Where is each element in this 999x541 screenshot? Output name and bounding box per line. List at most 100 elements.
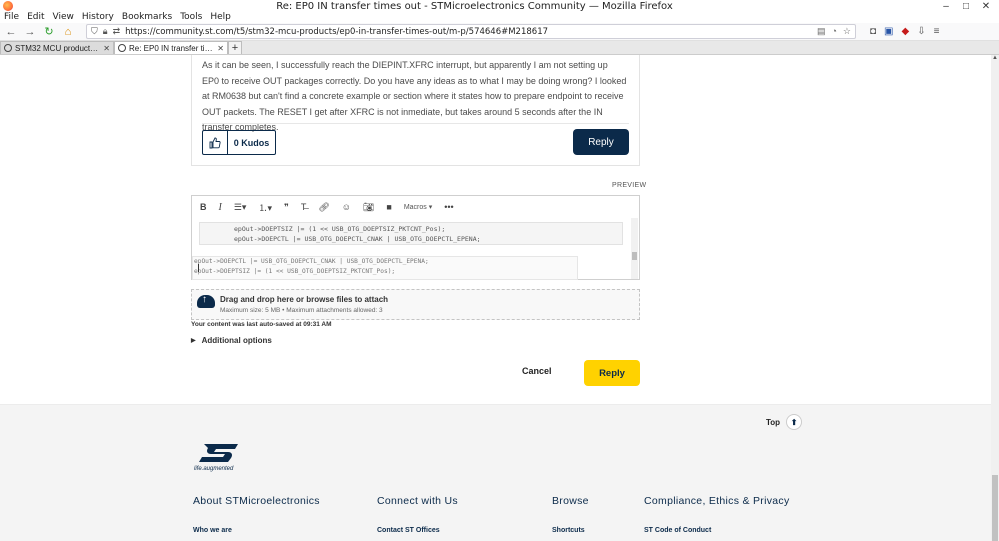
scroll-up-icon[interactable]: ▲ (991, 55, 999, 63)
text-caret (198, 264, 199, 272)
code-line: epOut->DOEPTSIZ |= (1 << USB_OTG_DOEPTSI… (194, 268, 396, 275)
menu-bookmarks[interactable]: Bookmarks (122, 12, 172, 23)
extension-icon[interactable]: ▣ (884, 26, 893, 37)
divider (202, 123, 629, 124)
menu-view[interactable]: View (53, 12, 74, 23)
url-text[interactable]: https://community.st.com/t5/stm32-mcu-pr… (125, 27, 812, 37)
kudos-count[interactable]: 0 Kudos (228, 131, 275, 154)
reader-view-icon[interactable]: ▤ (817, 26, 826, 37)
permissions-icon[interactable]: ⇄ (113, 26, 121, 37)
menu-tools[interactable]: Tools (180, 12, 202, 23)
reply-editor: B I ☰▾ ⒈▾ ❞ T̶ 🔗︎ ☺ 📷︎ ■ Macros ▾ ••• ep… (191, 195, 640, 280)
home-icon[interactable]: ⌂ (60, 25, 76, 39)
thumbs-up-icon[interactable] (203, 131, 228, 154)
tab-ep0-transfer[interactable]: Re: EP0 IN transfer times out - ST ✕ (114, 41, 228, 54)
back-to-top[interactable]: Top ⬆ (766, 414, 803, 430)
scrollbar-thumb[interactable] (632, 252, 637, 260)
footer-link-who-we-are[interactable]: Who we are (193, 527, 232, 534)
hamburger-menu-icon[interactable]: ≡ (934, 26, 940, 37)
editor-toolbar: B I ☰▾ ⒈▾ ❞ T̶ 🔗︎ ☺ 📷︎ ■ Macros ▾ ••• (192, 196, 639, 218)
camera-icon[interactable]: 📷︎ (363, 202, 374, 213)
firefox-logo-icon (3, 1, 13, 11)
code-line: epOut->DOEPCTL |= USB_OTG_DOEPCTL_CNAK |… (234, 235, 481, 243)
tab-title: Re: EP0 IN transfer times out - ST (129, 43, 214, 53)
bookmark-star-icon[interactable]: ☆ (843, 26, 851, 37)
downloads-icon[interactable]: ⇩ (917, 26, 925, 37)
close-tab-icon[interactable]: ✕ (103, 44, 110, 53)
quote-icon[interactable]: ❞ (284, 202, 289, 213)
tab-title: STM32 MCU products - STMicro (15, 43, 100, 53)
st-tagline: life.augmented (194, 466, 234, 472)
numbered-list-icon[interactable]: ⒈▾ (258, 201, 272, 214)
st-logo-icon[interactable] (196, 442, 240, 464)
url-bar[interactable]: ⛉ 🔒︎ ⇄ https://community.st.com/t5/stm32… (86, 24, 856, 39)
attach-text: files to attach (334, 295, 389, 304)
lock-icon[interactable]: 🔒︎ (103, 26, 108, 37)
globe-icon (118, 44, 126, 52)
post-reply-button[interactable]: Reply (573, 129, 629, 155)
browse-link[interactable]: browse (306, 295, 334, 304)
attach-text: Drag and drop here or (220, 295, 307, 304)
additional-options-toggle[interactable]: ▶ Additional options (191, 336, 272, 345)
footer-heading-compliance: Compliance, Ethics & Privacy (644, 495, 790, 507)
cloud-upload-icon (197, 294, 215, 308)
editor-body[interactable]: epOut->DOEPTSIZ |= (1 << USB_OTG_DOEPTSI… (192, 218, 632, 280)
tab-stm32-products[interactable]: STM32 MCU products - STMicro ✕ (0, 41, 114, 54)
footer-link-shortcuts[interactable]: Shortcuts (552, 527, 585, 534)
menu-help[interactable]: Help (210, 12, 231, 23)
site-footer: Top ⬆ life.augmented About STMicroelectr… (0, 404, 991, 541)
emoji-icon[interactable]: ☺ (342, 202, 351, 212)
menu-bar: File Edit View History Bookmarks Tools H… (0, 12, 999, 23)
clear-format-icon[interactable]: T̶ (301, 202, 307, 212)
macros-dropdown[interactable]: Macros ▾ (404, 203, 432, 211)
window-titlebar: Re: EP0 IN transfer times out - STMicroe… (0, 0, 999, 12)
cancel-button[interactable]: Cancel (522, 366, 552, 376)
back-arrow-icon[interactable]: ← (3, 25, 19, 39)
menu-edit[interactable]: Edit (27, 12, 44, 23)
autosave-status: Your content was last auto-saved at 09:3… (191, 321, 332, 328)
ublock-icon[interactable]: ◆ (902, 26, 910, 37)
pocket-icon[interactable]: ◘ (870, 26, 876, 37)
footer-heading-connect: Connect with Us (377, 495, 458, 507)
footer-heading-about: About STMicroelectronics (193, 495, 320, 507)
link-icon[interactable]: 🔗︎ (318, 202, 329, 213)
footer-link-code-of-conduct[interactable]: ST Code of Conduct (644, 527, 711, 534)
attach-instructions: Drag and drop here or browse files to at… (220, 295, 388, 304)
top-label: Top (766, 417, 781, 427)
code-block[interactable]: epOut->DOEPTSIZ |= (1 << USB_OTG_DOEPTSI… (199, 222, 623, 245)
arrow-up-icon[interactable]: ⬆ (786, 414, 803, 430)
post-card: As it can be seen, I successfully reach … (191, 55, 640, 166)
minimize-button[interactable]: – (936, 1, 956, 12)
close-window-button[interactable]: ✕ (976, 1, 996, 12)
page-scrollbar[interactable]: ▲ (991, 55, 999, 541)
menu-file[interactable]: File (4, 12, 19, 23)
attach-limits: Maximum size: 5 MB • Maximum attachments… (220, 307, 383, 314)
maximize-button[interactable]: □ (956, 1, 976, 12)
footer-link-contact[interactable]: Contact ST Offices (377, 527, 440, 534)
rss-icon[interactable]: ◔ (831, 26, 836, 37)
preview-tab[interactable]: PREVIEW (612, 182, 646, 189)
globe-icon (4, 44, 12, 52)
forward-arrow-icon[interactable]: → (22, 25, 38, 39)
bold-icon[interactable]: B (200, 202, 207, 212)
code-line: epOut->DOEPCTL |= USB_OTG_DOEPCTL_CNAK |… (194, 258, 429, 265)
new-tab-button[interactable]: + (228, 41, 242, 54)
close-tab-icon[interactable]: ✕ (217, 44, 224, 53)
navigation-toolbar: ← → ↻ ⌂ ⛉ 🔒︎ ⇄ https://community.st.com/… (0, 23, 999, 41)
shield-icon[interactable]: ⛉ (91, 26, 98, 37)
reload-icon[interactable]: ↻ (41, 25, 57, 39)
editor-scrollbar[interactable] (631, 218, 638, 279)
scrollbar-thumb[interactable] (992, 475, 998, 541)
tab-bar: STM32 MCU products - STMicro ✕ Re: EP0 I… (0, 41, 999, 55)
submit-reply-button[interactable]: Reply (584, 360, 640, 386)
italic-icon[interactable]: I (219, 202, 222, 213)
footer-heading-browse: Browse (552, 495, 589, 507)
kudos-control: 0 Kudos (202, 130, 276, 155)
menu-history[interactable]: History (82, 12, 114, 23)
video-icon[interactable]: ■ (386, 202, 391, 212)
attachment-dropzone[interactable]: Drag and drop here or browse files to at… (191, 289, 640, 320)
bullet-list-icon[interactable]: ☰▾ (234, 202, 247, 213)
drag-ghost-code: epOut->DOEPCTL |= USB_OTG_DOEPCTL_CNAK |… (192, 256, 578, 280)
more-options-icon[interactable]: ••• (444, 202, 453, 212)
window-title: Re: EP0 IN transfer times out - STMicroe… (276, 0, 673, 12)
